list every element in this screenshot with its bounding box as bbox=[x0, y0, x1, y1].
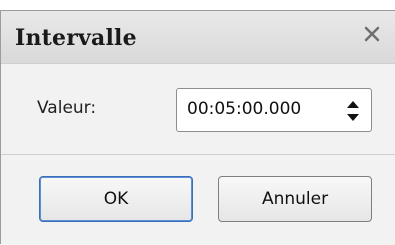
spinner-up-down-icon bbox=[347, 101, 359, 121]
dialog-title: Intervalle bbox=[15, 25, 137, 51]
ok-button[interactable]: OK bbox=[39, 176, 193, 222]
close-button[interactable] bbox=[355, 17, 389, 51]
time-spinner-value[interactable]: 00:05:00.000 bbox=[187, 99, 301, 119]
dialog-content: Valeur: 00:05:00.000 OK Annuler bbox=[1, 64, 395, 245]
title-bar[interactable]: Intervalle bbox=[1, 11, 395, 64]
spinner-arrows[interactable] bbox=[345, 97, 361, 125]
cancel-button[interactable]: Annuler bbox=[218, 176, 372, 222]
time-spinner[interactable]: 00:05:00.000 bbox=[176, 88, 372, 132]
value-label: Valeur: bbox=[37, 98, 97, 118]
close-icon bbox=[364, 26, 380, 42]
divider bbox=[1, 154, 395, 155]
interval-dialog: Intervalle Valeur: 00:05:00.000 OK Annul… bbox=[0, 10, 395, 245]
